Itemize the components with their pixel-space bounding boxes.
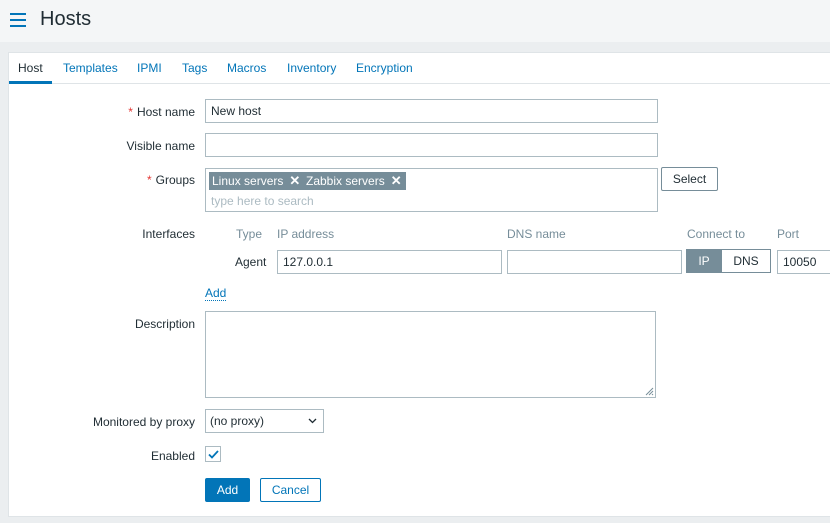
description-label: Description xyxy=(134,317,195,331)
tab-tags[interactable]: Tags xyxy=(182,53,207,84)
connect-ip-button[interactable]: IP xyxy=(686,249,722,273)
visible-name-input[interactable] xyxy=(205,133,658,157)
host-name-label: * Host name xyxy=(128,105,195,119)
close-icon[interactable]: ✕ xyxy=(391,172,402,190)
tab-host[interactable]: Host xyxy=(9,53,52,84)
hamburger-icon[interactable] xyxy=(10,13,26,27)
groups-search-input[interactable]: type here to search xyxy=(211,194,314,208)
add-button[interactable]: Add xyxy=(205,478,250,502)
proxy-select[interactable]: (no proxy) xyxy=(205,409,324,433)
proxy-label: Monitored by proxy xyxy=(92,415,195,429)
host-form-panel: Host Templates IPMI Tags Macros Inventor… xyxy=(8,52,830,517)
groups-select-button[interactable]: Select xyxy=(661,167,718,191)
required-mark: * xyxy=(146,173,152,187)
interface-dns-input[interactable] xyxy=(507,250,682,274)
tab-bar: Host Templates IPMI Tags Macros Inventor… xyxy=(9,53,830,84)
interface-ip-input[interactable]: 127.0.0.1 xyxy=(277,250,502,274)
required-mark: * xyxy=(128,105,133,119)
close-icon[interactable]: ✕ xyxy=(289,172,300,190)
check-icon xyxy=(208,450,219,459)
connect-dns-button[interactable]: DNS xyxy=(722,249,771,273)
groups-multiselect[interactable]: Linux servers ✕ Zabbix servers ✕ type here… xyxy=(205,168,658,212)
group-chip-linux-servers: Linux servers ✕ xyxy=(209,172,305,190)
tab-macros[interactable]: Macros xyxy=(227,53,266,84)
interfaces-label: Interfaces xyxy=(142,227,195,241)
tab-inventory[interactable]: Inventory xyxy=(287,53,336,84)
connect-to-toggle: IP DNS xyxy=(686,249,771,273)
enabled-label: Enabled xyxy=(150,449,195,463)
page-header: Hosts xyxy=(0,0,830,42)
groups-label: * Groups xyxy=(146,173,195,187)
interface-col-dns: DNS name xyxy=(507,227,566,241)
enabled-checkbox[interactable] xyxy=(205,446,221,462)
resize-grip-icon[interactable] xyxy=(645,387,654,396)
interface-port-input[interactable]: 10050 xyxy=(777,250,830,274)
visible-name-label: Visible name xyxy=(126,139,195,153)
interface-col-connect: Connect to xyxy=(687,227,746,241)
tab-ipmi[interactable]: IPMI xyxy=(137,53,162,84)
interface-col-type: Type xyxy=(236,227,263,241)
host-name-input[interactable]: New host xyxy=(205,99,658,123)
page-title: Hosts xyxy=(40,8,92,30)
tab-encryption[interactable]: Encryption xyxy=(356,53,413,84)
add-interface-link[interactable]: Add xyxy=(205,286,227,301)
description-textarea[interactable] xyxy=(205,311,656,398)
interface-col-port: Port xyxy=(777,227,800,241)
interface-type-agent: Agent xyxy=(235,255,267,269)
cancel-button[interactable]: Cancel xyxy=(260,478,321,502)
interface-col-ip: IP address xyxy=(277,227,335,241)
tab-templates[interactable]: Templates xyxy=(63,53,118,84)
group-chip-zabbix-servers: Zabbix servers ✕ xyxy=(303,172,406,190)
chevron-down-icon xyxy=(308,418,317,424)
